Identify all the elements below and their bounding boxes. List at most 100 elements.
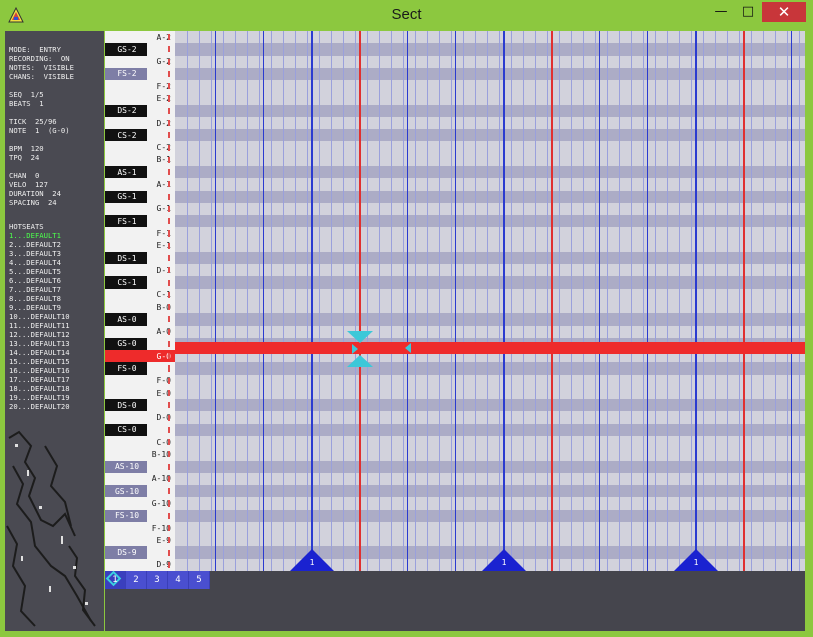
piano-key[interactable]: E-1: [105, 239, 175, 252]
piano-key[interactable]: D-9: [105, 558, 175, 571]
quarter-line: [647, 31, 648, 571]
hotseat-item[interactable]: 1...DEFAULT1: [9, 231, 70, 240]
hotseat-item[interactable]: 4...DEFAULT4: [9, 258, 70, 267]
piano-key[interactable]: C-2: [105, 141, 175, 154]
piano-key[interactable]: A-1: [105, 178, 175, 191]
hotseat-item[interactable]: 16...DEFAULT16: [9, 366, 70, 375]
piano-key[interactable]: GS-1: [105, 190, 175, 203]
piano-key[interactable]: GS-2: [105, 43, 175, 56]
hotseat-item[interactable]: 9...DEFAULT9: [9, 303, 70, 312]
piano-key[interactable]: G-1: [105, 202, 175, 216]
status-sidebar: MODE: ENTRY RECORDING: ON NOTES: VISIBLE…: [5, 31, 104, 631]
piano-key[interactable]: B-10: [105, 448, 175, 461]
hotseat-item[interactable]: 15...DEFAULT15: [9, 357, 70, 366]
hotseat-item[interactable]: 7...DEFAULT7: [9, 285, 70, 294]
piano-key[interactable]: B-1: [105, 153, 175, 166]
grid-row: [175, 485, 805, 498]
tick-line: [403, 31, 404, 571]
piano-key[interactable]: CS-2: [105, 129, 175, 142]
sequence-tab[interactable]: 4: [168, 571, 189, 589]
tick-line: [211, 31, 212, 571]
piano-key[interactable]: CS-1: [105, 276, 175, 289]
piano-key[interactable]: GS-10: [105, 485, 175, 498]
piano-key[interactable]: F-10: [105, 521, 175, 535]
piano-key[interactable]: F-2: [105, 80, 175, 93]
key-marker: [168, 328, 170, 335]
piano-key[interactable]: FS-0: [105, 362, 175, 375]
piano-key[interactable]: AS-1: [105, 166, 175, 179]
status-readout: MODE: ENTRY RECORDING: ON NOTES: VISIBLE…: [9, 45, 74, 207]
hotseat-item[interactable]: 3...DEFAULT3: [9, 249, 70, 258]
hotseat-item[interactable]: 19...DEFAULT19: [9, 393, 70, 402]
piano-key[interactable]: A-0: [105, 325, 175, 338]
piano-key[interactable]: D-0: [105, 411, 175, 424]
tick-line: [475, 31, 476, 571]
piano-key[interactable]: C-0: [105, 436, 175, 449]
grid-row: [175, 423, 805, 436]
maximize-button[interactable]: □: [735, 2, 761, 22]
piano-key[interactable]: FS-1: [105, 215, 175, 228]
piano-key[interactable]: A-2: [105, 31, 175, 44]
piano-key[interactable]: F-1: [105, 227, 175, 240]
hotseat-item[interactable]: 10...DEFAULT10: [9, 312, 70, 321]
grid-row: [175, 153, 805, 166]
piano-key[interactable]: E-0: [105, 386, 175, 400]
close-button[interactable]: ✕: [762, 2, 806, 22]
hotseat-item[interactable]: 14...DEFAULT14: [9, 348, 70, 357]
sequence-tab-label: 1: [112, 575, 118, 585]
grid-row: [175, 497, 805, 510]
tick-line: [523, 31, 524, 571]
piano-key[interactable]: E-9: [105, 534, 175, 547]
grid-row: [175, 288, 805, 301]
playhead-cursor-icon[interactable]: [345, 329, 375, 369]
tick-line: [643, 31, 644, 571]
hotseat-item[interactable]: 18...DEFAULT18: [9, 384, 70, 393]
hotseat-item[interactable]: 5...DEFAULT5: [9, 267, 70, 276]
grid-row: [175, 276, 805, 289]
tick-line: [223, 31, 224, 571]
tick-line: [199, 31, 200, 571]
piano-key[interactable]: AS-10: [105, 460, 175, 473]
piano-key[interactable]: E-2: [105, 92, 175, 105]
piano-key[interactable]: FS-10: [105, 509, 175, 522]
sequence-tab[interactable]: 5: [189, 571, 210, 589]
note-grid[interactable]: 1 1 1: [175, 31, 805, 571]
piano-key[interactable]: DS-1: [105, 251, 175, 265]
piano-key[interactable]: DS-2: [105, 104, 175, 117]
piano-key[interactable]: CS-0: [105, 423, 175, 436]
grid-row: [175, 460, 805, 473]
sequence-tab[interactable]: 3: [147, 571, 168, 589]
minimize-button[interactable]: —: [708, 2, 734, 22]
piano-key[interactable]: A-10: [105, 472, 175, 486]
tick-line: [343, 31, 344, 571]
hotseat-item[interactable]: 20...DEFAULT20: [9, 402, 70, 411]
piano-key[interactable]: G-0: [105, 350, 175, 363]
sequence-tab[interactable]: 2: [126, 571, 147, 589]
piano-key[interactable]: FS-2: [105, 67, 175, 81]
piano-key[interactable]: C-1: [105, 288, 175, 301]
sequence-tab[interactable]: 1: [105, 570, 126, 589]
piano-key[interactable]: D-2: [105, 116, 175, 130]
hotseat-item[interactable]: 17...DEFAULT17: [9, 375, 70, 384]
piano-key[interactable]: GS-0: [105, 337, 175, 351]
piano-key[interactable]: G-10: [105, 497, 175, 510]
key-label: DS-9: [117, 548, 137, 558]
hotseat-item[interactable]: 13...DEFAULT13: [9, 339, 70, 348]
hotseat-item[interactable]: 2...DEFAULT2: [9, 240, 70, 249]
piano-key[interactable]: AS-0: [105, 313, 175, 326]
piano-key[interactable]: G-2: [105, 55, 175, 68]
spacing-cursor-icon[interactable]: [403, 342, 413, 354]
hotseat-item[interactable]: 6...DEFAULT6: [9, 276, 70, 285]
piano-key[interactable]: F-0: [105, 374, 175, 387]
piano-keyboard[interactable]: A-2 GS-2 G-2 FS-2 F-2 E-2 DS-2 D-2 CS-2 C-2 B-1 AS-…: [105, 31, 175, 571]
tick-line: [319, 31, 320, 571]
piano-key[interactable]: B-0: [105, 301, 175, 314]
hotseat-item[interactable]: 12...DEFAULT12: [9, 330, 70, 339]
piano-key[interactable]: DS-9: [105, 546, 175, 559]
key-marker: [168, 107, 170, 114]
key-marker: [168, 156, 170, 163]
piano-key[interactable]: D-1: [105, 264, 175, 277]
hotseat-item[interactable]: 11...DEFAULT11: [9, 321, 70, 330]
piano-key[interactable]: DS-0: [105, 399, 175, 412]
hotseat-item[interactable]: 8...DEFAULT8: [9, 294, 70, 303]
